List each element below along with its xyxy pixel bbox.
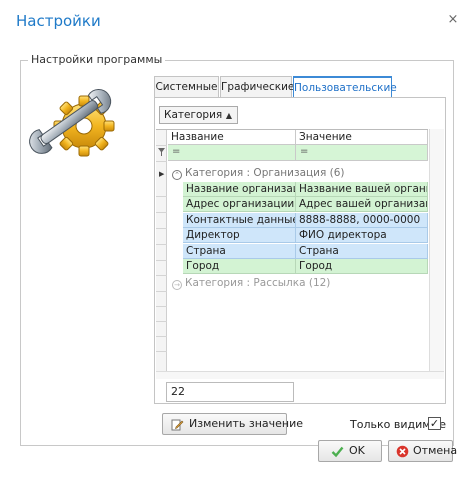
- tab-graphics[interactable]: Графические: [220, 76, 294, 98]
- edit-pencil-icon: [171, 419, 184, 431]
- cancel-icon: [396, 445, 409, 458]
- table-row-value[interactable]: ФИО директора: [296, 228, 428, 243]
- settings-group-legend: Настройки программы: [28, 53, 166, 66]
- table-row-value[interactable]: Название вашей организации: [296, 182, 428, 197]
- cancel-button[interactable]: Отмена: [388, 440, 457, 462]
- table-row-name[interactable]: Директор: [183, 228, 296, 243]
- group-row-mailing[interactable]: → Категория : Рассылка (12): [168, 276, 330, 291]
- ok-button[interactable]: OK: [318, 440, 382, 462]
- collapse-group-icon[interactable]: ⌃: [172, 170, 182, 180]
- only-visible-checkbox[interactable]: ✓: [428, 417, 441, 430]
- groupby-panel: Категория ▲: [156, 99, 444, 129]
- user-settings-panel: Категория ▲ Название Значение = = ▶ ⌃ Ка…: [154, 97, 446, 404]
- edit-value-label: Изменить значение: [189, 417, 304, 430]
- settings-gear-wrench-icon: [29, 89, 115, 157]
- groupby-category-chip[interactable]: Категория ▲: [159, 106, 238, 124]
- row-pointer-icon: ▶: [159, 170, 165, 178]
- cancel-label: Отмена: [413, 444, 458, 457]
- window-title: Настройки: [16, 12, 101, 30]
- sort-asc-icon: ▲: [225, 111, 232, 120]
- column-header-name[interactable]: Название: [168, 130, 296, 145]
- properties-grid: Название Значение = = ▶ ⌃ Категория : Орг…: [156, 129, 428, 371]
- value-input[interactable]: 22: [166, 382, 294, 402]
- table-row-value[interactable]: 8888-8888, 0000-0000: [296, 213, 428, 228]
- table-row-value[interactable]: Адрес вашей организации: [296, 197, 428, 212]
- ok-label: OK: [349, 444, 365, 457]
- group-caption: Категория : Рассылка (12): [185, 277, 331, 289]
- tab-system[interactable]: Системные: [154, 76, 219, 98]
- expand-group-icon[interactable]: →: [172, 280, 182, 290]
- filter-cell-name[interactable]: =: [168, 145, 296, 161]
- column-header-value[interactable]: Значение: [296, 130, 428, 145]
- vertical-scrollbar[interactable]: [429, 129, 444, 371]
- table-row-name[interactable]: Адрес организации: [183, 197, 296, 212]
- table-row-name[interactable]: Контактные данные: [183, 213, 296, 228]
- group-row-organization[interactable]: ⌃ Категория : Организация (6): [168, 166, 345, 181]
- table-row-value[interactable]: Город: [296, 259, 428, 274]
- edit-value-button[interactable]: Изменить значение: [162, 413, 303, 435]
- filter-cell-value[interactable]: =: [296, 145, 428, 161]
- groupby-chip-label: Категория: [164, 109, 223, 121]
- horizontal-scrollbar[interactable]: [156, 371, 444, 379]
- table-row-name[interactable]: Город: [183, 259, 296, 274]
- table-row-value[interactable]: Страна: [296, 244, 428, 259]
- funnel-icon: [158, 148, 165, 156]
- check-icon: [331, 446, 344, 458]
- group-caption: Категория : Организация (6): [185, 167, 345, 179]
- row-indicator-column: [156, 130, 167, 371]
- table-row-name[interactable]: Страна: [183, 244, 296, 259]
- close-icon[interactable]: ×: [446, 13, 460, 27]
- tab-user[interactable]: Пользовательские: [293, 76, 397, 99]
- table-row-name[interactable]: Название организации: [183, 182, 296, 197]
